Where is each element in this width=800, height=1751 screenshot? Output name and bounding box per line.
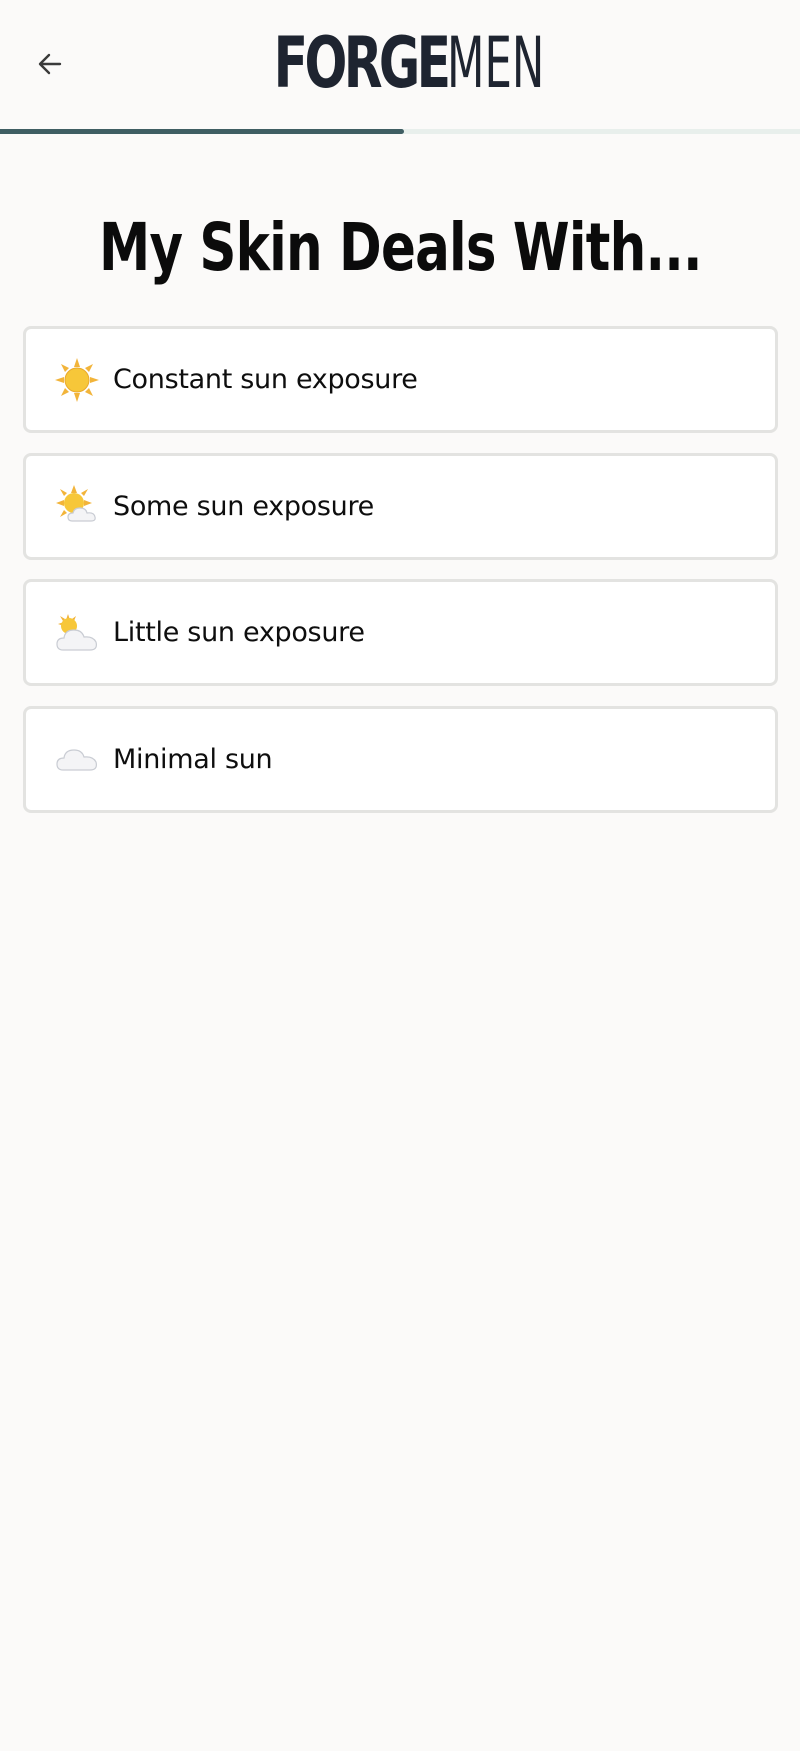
- option-minimal-sun[interactable]: Minimal sun: [23, 705, 778, 813]
- cloud-icon: [53, 735, 101, 783]
- brand-logo: FORGEMEN: [0, 26, 800, 100]
- app-header: FORGEMEN: [0, 0, 800, 128]
- option-label: Some sun exposure: [113, 490, 374, 522]
- option-label: Constant sun exposure: [113, 364, 418, 395]
- option-constant-sun[interactable]: Constant sun exposure: [23, 326, 778, 433]
- option-label: Little sun exposure: [113, 617, 365, 648]
- sun-behind-small-cloud-icon: [53, 482, 101, 530]
- option-little-sun[interactable]: Little sun exposure: [23, 579, 778, 686]
- logo-bold-text: FORGE: [273, 22, 450, 104]
- logo-light-text: MEN: [447, 22, 545, 104]
- sun-icon: [53, 356, 101, 404]
- sun-behind-large-cloud-icon: [53, 609, 101, 657]
- option-some-sun[interactable]: Some sun exposure: [23, 452, 778, 560]
- option-label: Minimal sun: [113, 743, 273, 775]
- answer-options: Constant sun exposure Some sun exposure: [23, 326, 778, 832]
- question-title: My Skin Deals With...: [0, 208, 800, 288]
- question-title-text: My Skin Deals With...: [98, 209, 703, 286]
- progress-fill: [0, 129, 404, 134]
- progress-bar: [0, 129, 800, 134]
